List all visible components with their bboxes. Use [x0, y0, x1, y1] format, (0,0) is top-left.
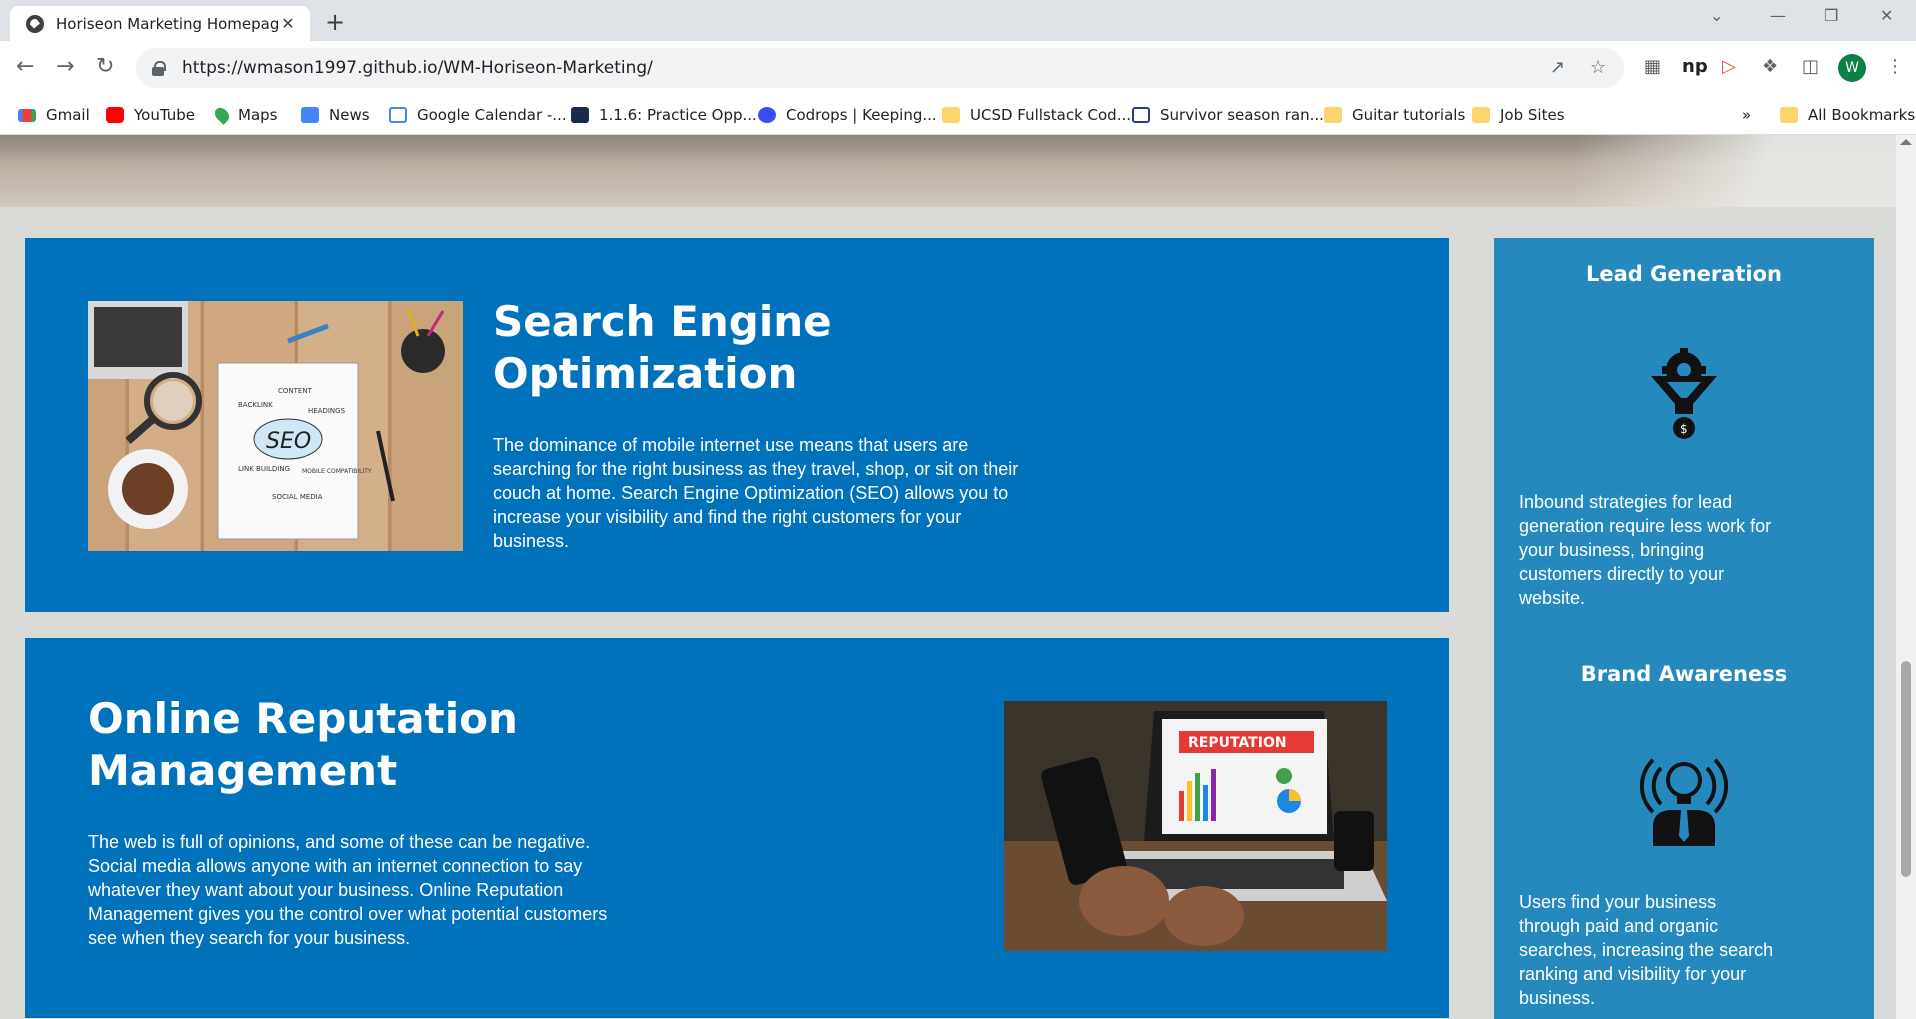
more-bookmarks-chevron-icon[interactable]: »: [1742, 106, 1751, 124]
seo-word-content: CONTENT: [278, 387, 313, 395]
side-panel-icon[interactable]: ◫: [1802, 56, 1819, 77]
seo-word-backlink: BACKLINK: [238, 401, 273, 409]
benefit-body-brand-awareness: Users find your business through paid an…: [1519, 892, 1774, 1008]
codrops-drop-icon: [758, 107, 776, 123]
restore-icon[interactable]: ❐: [1824, 6, 1838, 25]
news-icon: [301, 107, 319, 123]
tab-strip: Horiseon Marketing Homepage ✕ + ⌄ — ❐ ✕: [0, 0, 1916, 41]
seo-word-mobile: MOBILE COMPATIBILITY: [302, 468, 372, 475]
folder-icon: [1324, 107, 1342, 123]
reload-icon[interactable]: ↻: [96, 54, 114, 79]
menu-dots-icon[interactable]: ⋮: [1886, 56, 1904, 77]
seo-body: The dominance of mobile internet use mea…: [493, 435, 1019, 551]
benefit-title-lead-generation: Lead Generation: [1586, 262, 1782, 286]
seo-illustration: CONTENT BACKLINK HEADINGS LINK BUILDING …: [88, 301, 445, 540]
close-window-icon[interactable]: ✕: [1880, 6, 1893, 25]
record-extension-icon[interactable]: ▷: [1722, 56, 1736, 77]
forward-arrow-icon[interactable]: →: [56, 54, 74, 79]
benefit-body-lead-generation: Inbound strategies for lead generation r…: [1519, 492, 1772, 608]
seo-word-headings: HEADINGS: [308, 407, 346, 415]
reputation-heading: Online Reputation Management: [88, 694, 518, 795]
scroll-up-arrow-icon[interactable]: [1900, 139, 1912, 145]
tab-search-icon[interactable]: ⌄: [1710, 6, 1723, 25]
bookmark-star-icon[interactable]: ☆: [1590, 57, 1606, 78]
bookmark-folder-ucsd[interactable]: UCSD Fullstack Cod...: [942, 106, 1131, 124]
brand-awareness-lightbulb-icon: [1639, 758, 1729, 846]
seo-word-social: SOCIAL MEDIA: [272, 493, 323, 501]
folder-icon: [1780, 107, 1798, 123]
seo-image: CONTENT BACKLINK HEADINGS LINK BUILDING …: [88, 301, 463, 551]
profile-avatar[interactable]: W: [1838, 54, 1866, 82]
seo-word-link-building: LINK BUILDING: [238, 465, 290, 473]
close-tab-icon[interactable]: ✕: [278, 14, 298, 33]
folder-icon: [1472, 107, 1490, 123]
puzzle-extensions-icon[interactable]: ❖: [1762, 56, 1778, 77]
benefits-sidebar: Lead Generation $ Inbound strategies for…: [1494, 238, 1874, 1019]
maps-pin-icon: [212, 105, 232, 125]
youtube-icon: [106, 107, 124, 123]
practice-site-icon: [571, 107, 589, 123]
site-favicon-icon: [26, 14, 44, 33]
bookmarks-bar: Gmail YouTube Maps News Google Calendar …: [0, 97, 1916, 135]
share-icon[interactable]: ↗: [1550, 57, 1565, 78]
reputation-section: Online Reputation Management The web is …: [25, 638, 1449, 1018]
extension-icon[interactable]: ▦: [1644, 56, 1661, 77]
reputation-image: REPUTATION: [1004, 701, 1387, 951]
browser-toolbar: ← → ↻ https://wmason1997.github.io/WM-Ho…: [0, 41, 1916, 97]
address-bar[interactable]: https://wmason1997.github.io/WM-Horiseon…: [136, 48, 1624, 88]
back-arrow-icon[interactable]: ←: [16, 54, 34, 79]
page-viewport: CONTENT BACKLINK HEADINGS LINK BUILDING …: [0, 135, 1896, 1019]
reputation-illustration: REPUTATION: [1004, 701, 1387, 951]
seo-heading: Search Engine Optimization: [493, 297, 832, 398]
lead-generation-funnel-icon: $: [1651, 348, 1717, 439]
active-tab[interactable]: Horiseon Marketing Homepage ✕: [10, 6, 310, 41]
bookmark-google-calendar[interactable]: Google Calendar -...: [389, 106, 567, 124]
bookmark-survivor[interactable]: Survivor season ran...: [1132, 106, 1324, 124]
svg-text:$: $: [1680, 422, 1688, 436]
seo-section: CONTENT BACKLINK HEADINGS LINK BUILDING …: [25, 238, 1449, 612]
reputation-body: The web is full of opinions, and some of…: [88, 832, 608, 948]
bookmark-folder-guitar[interactable]: Guitar tutorials: [1324, 106, 1465, 124]
np-extension-icon[interactable]: np: [1682, 56, 1708, 77]
scrollbar-thumb[interactable]: [1901, 661, 1911, 877]
bookmark-gmail[interactable]: Gmail: [18, 106, 90, 124]
hero-image: [0, 135, 1896, 207]
reputation-word: REPUTATION: [1188, 735, 1287, 751]
bookmark-folder-job-sites[interactable]: Job Sites: [1472, 106, 1565, 124]
bookmark-news[interactable]: News: [301, 106, 370, 124]
grid-site-icon: [1132, 107, 1150, 123]
calendar-icon: [389, 107, 407, 123]
folder-icon: [942, 107, 960, 123]
bookmark-practice[interactable]: 1.1.6: Practice Opp...: [571, 106, 757, 124]
benefit-title-brand-awareness: Brand Awareness: [1580, 662, 1788, 686]
bookmark-codrops[interactable]: Codrops | Keeping...: [758, 106, 937, 124]
minimize-icon[interactable]: —: [1770, 6, 1786, 25]
url-text[interactable]: https://wmason1997.github.io/WM-Horiseon…: [182, 58, 653, 78]
all-bookmarks-folder[interactable]: All Bookmarks: [1780, 106, 1915, 124]
bookmark-maps[interactable]: Maps: [212, 105, 277, 125]
bookmark-youtube[interactable]: YouTube: [106, 106, 195, 124]
tab-title: Horiseon Marketing Homepage: [56, 14, 278, 33]
page-scrollbar[interactable]: [1896, 135, 1916, 1019]
gmail-icon: [18, 108, 36, 122]
new-tab-button[interactable]: +: [325, 8, 345, 36]
lock-icon[interactable]: [152, 61, 166, 76]
seo-word-seo: SEO: [266, 429, 311, 454]
